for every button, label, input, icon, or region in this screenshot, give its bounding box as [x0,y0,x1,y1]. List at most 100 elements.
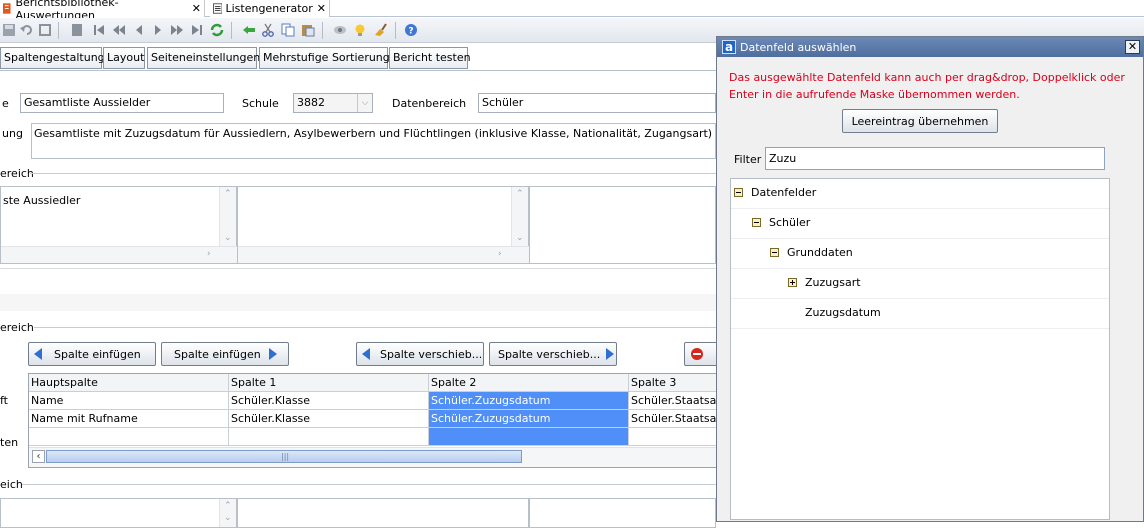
first-icon[interactable] [92,23,106,37]
prev-icon[interactable] [132,23,146,37]
collapse-icon[interactable] [770,248,779,257]
document-tab-bar: Berichtsbibliothek-Auswertungen ✕ Listen… [0,0,1144,22]
expand-icon[interactable] [788,278,797,287]
vertical-scrollbar[interactable]: ⌃ ⌄ [219,499,236,527]
scroll-down-icon[interactable]: ⌄ [516,233,524,243]
paste-icon[interactable] [301,23,315,37]
datenbereich-input[interactable]: Schüler [478,93,716,113]
tab-mehrstufige-sortierung[interactable]: Mehrstufige Sortierung [259,47,390,69]
scroll-left-icon[interactable]: ‹ [32,450,45,463]
copy-icon[interactable] [281,23,295,37]
broom-icon[interactable] [373,23,387,37]
close-icon[interactable]: ✕ [1125,40,1140,54]
dialog-title: Datenfeld auswählen [740,40,857,54]
next-fast-icon[interactable] [170,23,184,37]
scrollbar-thumb[interactable]: ||| [46,450,522,463]
toolbar-separator [58,22,59,39]
grid-horizontal-scrollbar[interactable]: ‹ ||| [29,447,717,467]
cut-icon[interactable] [261,23,275,37]
tab-berichtsbibliothek[interactable]: Berichtsbibliothek-Auswertungen ✕ [0,0,205,22]
text-area-left[interactable]: ste Aussiedler ⌃ ⌄ › [0,186,238,264]
last-icon[interactable] [190,23,204,37]
next-icon[interactable] [151,23,165,37]
scroll-down-icon[interactable]: ⌄ [224,233,232,243]
new-icon[interactable] [70,23,84,37]
scroll-up-icon[interactable]: ⌃ [224,189,232,199]
column-header[interactable]: Spalte 2 [429,374,629,392]
insert-column-right-button[interactable]: Spalte einfügen [161,342,289,366]
eye-icon[interactable] [333,23,347,37]
tab-bericht-testen[interactable]: Bericht testen [389,47,471,69]
tab-listengenerator[interactable]: Listengenerator ✕ [210,0,330,17]
text-area-middle[interactable]: ⌃ ⌄ › [237,186,530,264]
scroll-right-icon[interactable]: › [207,249,211,259]
back-arrow-icon[interactable] [242,23,256,37]
collapse-icon[interactable] [752,218,761,227]
grid-cell[interactable]: Name mit Rufname [29,410,229,428]
tree-node-datenfelder[interactable]: Datenfelder [734,186,816,199]
help-icon[interactable]: ? [404,23,418,37]
text-area-right[interactable] [529,186,716,264]
prev-fast-icon[interactable] [112,23,126,37]
move-column-right-button[interactable]: Spalte verschieb... [489,342,617,366]
grid-cell[interactable] [29,428,229,446]
app-logo-icon: a [722,40,736,54]
grid-cell[interactable]: Schüler.Klasse [229,392,429,410]
leereintrag-button[interactable]: Leereintrag übernehmen [842,109,998,133]
columns-grid[interactable]: Hauptspalte Spalte 1 Spalte 2 Spalte 3 N… [28,373,718,468]
row-label: ten [0,436,19,449]
grid-cell-selected[interactable] [429,428,629,446]
move-column-left-button[interactable]: Spalte verschieb... [356,342,484,366]
dialog-title-bar[interactable]: a Datenfeld auswählen ✕ [717,37,1143,57]
vertical-scrollbar[interactable]: ⌃ ⌄ [219,187,236,247]
tab-layout[interactable]: Layout [103,47,145,69]
refresh-icon[interactable] [210,23,224,37]
grid-cell[interactable] [229,428,429,446]
text-area-bottom-middle[interactable] [237,498,529,528]
schule-select[interactable]: 3882 ⌵ [293,93,373,113]
button-label: Spalte einfügen [174,347,261,361]
horizontal-scrollbar[interactable]: › [238,246,530,263]
grid-cell-selected[interactable]: Schüler.Zuzugsdatum [429,410,629,428]
tree-node-zuzugsart[interactable]: Zuzugsart [788,276,861,289]
collapse-icon[interactable] [734,188,743,197]
insert-column-left-button[interactable]: Spalte einfügen [28,342,156,366]
scroll-right-icon[interactable]: › [498,249,502,259]
grid-cell[interactable]: Schüler.Klasse [229,410,429,428]
tab-spaltengestaltung[interactable]: Spaltengestaltung [0,47,105,69]
tree-node-zuzugsdatum[interactable]: Zuzugsdatum [805,306,881,319]
chevron-down-icon[interactable]: ⌵ [357,94,372,112]
grid-cell[interactable]: Schüler.Staatsan [629,392,717,410]
beschreibung-textarea[interactable]: Gesamtliste mit Zuzugsdatum für Aussiedl… [31,123,716,159]
redo-icon[interactable] [38,23,52,37]
undo-icon[interactable] [20,23,34,37]
grid-cell[interactable]: Name [29,392,229,410]
filter-input[interactable]: Zuzu [765,147,1105,170]
grid-cell[interactable] [629,428,717,446]
bulb-icon[interactable] [353,23,367,37]
text-area-bottom-left[interactable]: ⌃ ⌄ [0,498,237,528]
close-icon[interactable]: ✕ [192,3,201,14]
scroll-up-icon[interactable]: ⌃ [224,501,232,511]
delete-column-button[interactable] [684,342,718,366]
toolbar-separator [395,22,396,39]
tree-node-grunddaten[interactable]: Grunddaten [770,246,853,259]
text-area-bottom-right[interactable] [529,498,716,528]
close-icon[interactable]: ✕ [317,3,326,14]
tree-node-schueler[interactable]: Schüler [752,216,810,229]
column-header[interactable]: Hauptspalte [29,374,229,392]
grid-cell[interactable]: Schüler.Staatsan [629,410,717,428]
column-header[interactable]: Spalte 3 [629,374,717,392]
button-label: Spalte verschieb... [380,347,483,361]
report-icon [3,3,11,14]
scroll-up-icon[interactable]: ⌃ [516,189,524,199]
vertical-scrollbar[interactable]: ⌃ ⌄ [511,187,528,247]
tab-seiteneinstellungen[interactable]: Seiteneinstellungen [147,47,260,69]
column-header[interactable]: Spalte 1 [229,374,429,392]
save-icon[interactable] [2,23,16,37]
horizontal-scrollbar[interactable]: › [1,246,238,263]
datenfeld-tree[interactable]: Datenfelder Schüler Grunddaten Zuzugsart… [730,178,1110,520]
grid-cell-selected[interactable]: Schüler.Zuzugsdatum [429,392,629,410]
schule-label: Schule [242,97,279,110]
name-input[interactable]: Gesamtliste Aussielder [20,93,224,113]
